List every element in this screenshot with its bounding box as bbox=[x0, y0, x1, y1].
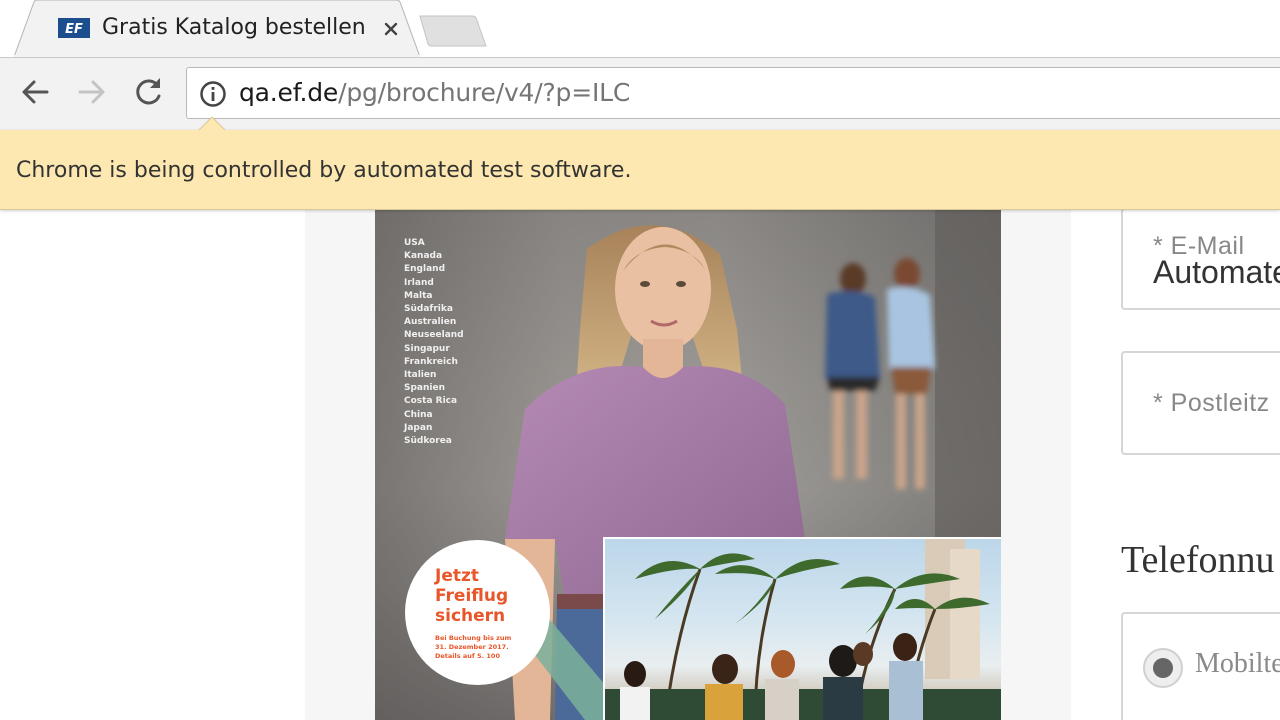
email-field[interactable]: * E-Mail Automate bbox=[1121, 210, 1280, 310]
url-path: /pg/brochure/v4/?p=ILC bbox=[338, 78, 631, 107]
automation-infobar: Chrome is being controlled by automated … bbox=[0, 116, 1280, 210]
country-list: USA Kanada England Irland Malta Südafrik… bbox=[404, 237, 464, 448]
country-item: Irland bbox=[404, 277, 434, 288]
infobar-message: Chrome is being controlled by automated … bbox=[16, 158, 632, 183]
url-host: qa.ef.de bbox=[239, 78, 339, 107]
country-item: Südkorea bbox=[404, 436, 452, 447]
svg-text:EF: EF bbox=[65, 22, 83, 37]
promo-sticker: Jetzt Freiflug sichern Bei Buchung bis z… bbox=[405, 540, 550, 685]
back-button[interactable] bbox=[17, 74, 53, 110]
country-item: Südafrika bbox=[404, 304, 453, 315]
page-content: USA Kanada England Irland Malta Südafrik… bbox=[0, 210, 1280, 720]
country-item: USA bbox=[404, 238, 425, 248]
country-item: Italien bbox=[404, 370, 437, 381]
promo-sticker-note: Bei Buchung bis zum 31. Dezember 2017. D… bbox=[435, 634, 512, 660]
ef-logo-icon: EF bbox=[58, 18, 90, 38]
postal-code-label: * Postleitz bbox=[1153, 389, 1270, 417]
country-item: England bbox=[404, 264, 446, 275]
info-icon[interactable] bbox=[199, 80, 227, 108]
reload-button[interactable] bbox=[130, 74, 166, 110]
radio-selected-dot bbox=[1153, 658, 1173, 678]
country-item: China bbox=[404, 409, 433, 420]
inset-beach-photo bbox=[603, 537, 1001, 720]
new-tab-button[interactable] bbox=[418, 14, 488, 48]
country-item: Kanada bbox=[404, 251, 443, 262]
country-item: Frankreich bbox=[404, 356, 458, 367]
tab-strip: EF Gratis Katalog bestellen bbox=[0, 0, 1280, 57]
mobile-radio-button[interactable] bbox=[1143, 648, 1183, 688]
country-item: Costa Rica bbox=[404, 396, 458, 407]
forward-button[interactable] bbox=[74, 74, 110, 110]
browser-tab[interactable]: EF Gratis Katalog bestellen bbox=[14, 0, 420, 57]
tab-title: Gratis Katalog bestellen bbox=[102, 15, 366, 40]
postal-code-field[interactable]: * Postleitz bbox=[1121, 351, 1280, 455]
close-tab-icon[interactable] bbox=[380, 18, 402, 40]
country-item: Australien bbox=[404, 317, 457, 328]
address-bar[interactable]: qa.ef.de/pg/brochure/v4/?p=ILC bbox=[186, 67, 1280, 119]
beach-group-illustration bbox=[605, 539, 1001, 720]
country-item: Singapur bbox=[404, 343, 450, 354]
phone-section-title: Telefonnu bbox=[1121, 539, 1275, 581]
country-item: Neuseeland bbox=[404, 330, 464, 341]
infobar-pointer bbox=[198, 116, 226, 131]
promo-sticker-title: Jetzt Freiflug sichern bbox=[435, 566, 509, 626]
brochure-cover-image: USA Kanada England Irland Malta Südafrik… bbox=[375, 210, 1001, 720]
browser-toolbar: qa.ef.de/pg/brochure/v4/?p=ILC bbox=[0, 57, 1280, 130]
country-item: Spanien bbox=[404, 383, 446, 394]
country-item: Malta bbox=[404, 290, 433, 301]
mobile-radio-label[interactable]: Mobilte bbox=[1195, 648, 1280, 680]
phone-type-option[interactable]: Mobilte bbox=[1121, 612, 1280, 720]
url-text[interactable]: qa.ef.de/pg/brochure/v4/?p=ILC bbox=[239, 78, 630, 107]
email-value: Automate bbox=[1153, 254, 1280, 290]
country-item: Japan bbox=[404, 422, 433, 433]
